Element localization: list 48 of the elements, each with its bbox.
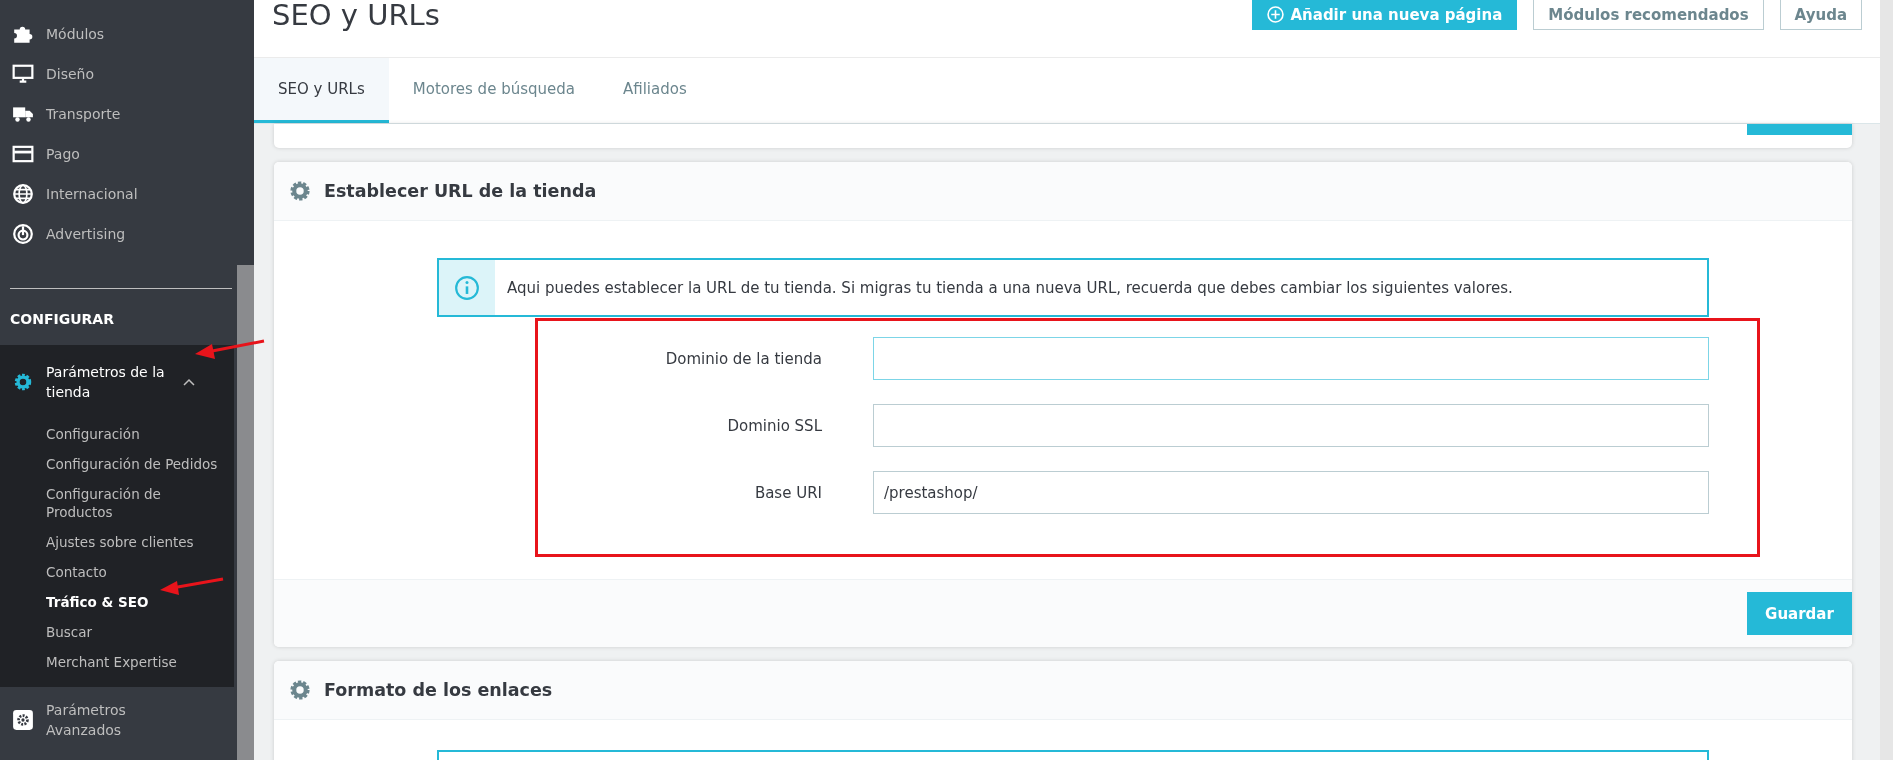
chevron-icon <box>183 378 195 386</box>
settings-icon <box>12 709 34 731</box>
target-icon <box>12 223 34 245</box>
scrollbar[interactable] <box>1880 0 1893 760</box>
info-text: Aqui puedes establecer la URL de tu tienda. Si migras tu tienda a una nueva URL, recuerda que debes cambiar los siguientes valores. <box>506 277 1513 299</box>
nav-item[interactable]: Advertising <box>0 214 234 254</box>
globe-icon <box>12 183 34 205</box>
partial-button[interactable] <box>1747 124 1852 135</box>
panel-title: Establecer URL de la tienda <box>324 181 597 201</box>
annotation-arrow <box>158 577 224 597</box>
text-field[interactable] <box>873 337 1709 380</box>
nav-item[interactable]: Pago <box>0 134 234 174</box>
header-button[interactable]: Ayuda <box>1779 0 1862 30</box>
page-title: SEO y URLs <box>272 0 440 30</box>
field-label: Dominio SSL <box>726 416 822 435</box>
plus-circle-icon <box>1267 6 1285 23</box>
text-field[interactable]: /prestashop/ <box>873 471 1709 514</box>
monitor-icon <box>12 63 34 85</box>
text-field[interactable] <box>873 404 1709 447</box>
submenu-item[interactable]: Configuración de Pedidos <box>46 449 226 479</box>
annotation-arrow <box>193 339 265 361</box>
panel-title: Formato de los enlaces <box>324 680 553 700</box>
info-icon <box>454 274 480 301</box>
gear-icon <box>288 179 312 203</box>
field-label: Dominio de la tienda <box>664 349 822 368</box>
gear-icon <box>288 678 312 702</box>
nav-item[interactable]: Transporte <box>0 94 234 134</box>
submenu-item[interactable]: Configuración <box>46 419 226 449</box>
submenu-item[interactable]: Configuración de Productos <box>46 479 226 527</box>
section-heading: CONFIGURAR <box>9 310 115 329</box>
submenu-item[interactable]: Buscar <box>46 617 226 647</box>
submenu-item[interactable]: Ajustes sobre clientes <box>46 527 226 557</box>
scrollbar-thumb[interactable] <box>237 265 254 760</box>
nav-item[interactable]: Internacional <box>0 174 234 214</box>
nav-item[interactable]: Parámetros Avanzados <box>0 687 234 753</box>
submenu-item[interactable]: Tráfico & SEO <box>46 587 226 617</box>
submenu-item[interactable]: Merchant Expertise <box>46 647 226 677</box>
credit-card-icon <box>12 143 34 165</box>
nav-item[interactable]: Parámetros de la tienda <box>0 345 234 419</box>
tab[interactable]: Motores de búsqueda <box>388 58 599 123</box>
tab[interactable]: SEO y URLs <box>254 58 389 123</box>
submenu-item[interactable]: Contacto <box>46 557 226 587</box>
field-label: Base URI <box>753 483 822 502</box>
gear-icon <box>12 371 34 393</box>
tab[interactable]: Afiliados <box>598 58 711 123</box>
nav-item[interactable]: Módulos <box>0 14 234 54</box>
header-button[interactable]: Módulos recomendados <box>1533 0 1764 30</box>
nav-item[interactable]: Diseño <box>0 54 234 94</box>
